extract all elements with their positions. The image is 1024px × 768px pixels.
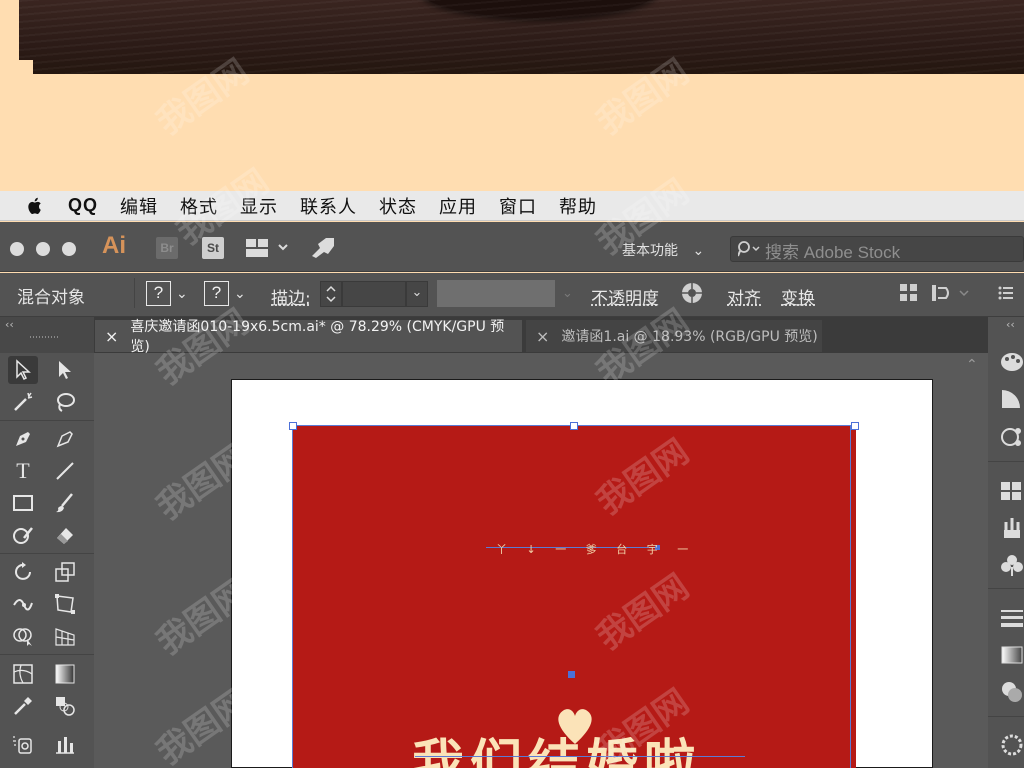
perspective-grid-tool[interactable] xyxy=(50,622,80,650)
selection-bound-right xyxy=(850,425,851,768)
minimize-window-button[interactable] xyxy=(36,242,50,256)
color-palette-icon[interactable] xyxy=(1000,352,1024,376)
wood-photo xyxy=(19,0,1024,74)
panel-grip[interactable] xyxy=(30,336,60,338)
pen-tool[interactable] xyxy=(8,425,38,453)
magic-wand-tool[interactable] xyxy=(8,388,38,416)
menu-qq[interactable]: QQ xyxy=(68,195,98,216)
isolate-group-icon[interactable] xyxy=(900,284,918,306)
selection-handle[interactable] xyxy=(851,422,859,430)
dock-separator xyxy=(988,461,1024,462)
brushes-icon[interactable] xyxy=(1000,516,1024,544)
line-segment-tool[interactable] xyxy=(50,457,80,485)
menu-status[interactable]: 状态 xyxy=(379,193,417,219)
menu-contacts[interactable]: 联系人 xyxy=(300,193,357,219)
select-similar-icon[interactable] xyxy=(932,283,972,307)
scroll-up-arrow[interactable]: ⌃ xyxy=(966,357,978,373)
width-tool[interactable] xyxy=(8,590,38,618)
illustrator-logo: Ai xyxy=(102,232,126,259)
selection-handle[interactable] xyxy=(289,422,297,430)
artwork-small-text: 丫 ↓ 一 爹 台 宇 一 xyxy=(496,543,697,556)
stroke-panel-icon[interactable] xyxy=(1000,608,1024,632)
close-window-button[interactable] xyxy=(10,242,24,256)
direct-selection-tool[interactable] xyxy=(50,356,80,384)
stroke-weight-field[interactable] xyxy=(342,281,406,307)
dock-separator xyxy=(988,716,1024,717)
expand-panel-icon[interactable]: ‹‹ xyxy=(1006,318,1015,331)
selection-bound-left xyxy=(292,425,293,768)
swatches-icon[interactable] xyxy=(1000,481,1024,505)
photo-corner xyxy=(19,60,33,74)
type-tool-icon[interactable]: T xyxy=(8,457,38,485)
chevron-down-icon[interactable]: ⌄ xyxy=(176,286,188,302)
text-baseline xyxy=(415,756,745,757)
symbols-club-icon[interactable] xyxy=(1000,553,1024,581)
symbol-sprayer-tool[interactable] xyxy=(8,730,38,758)
menu-apps[interactable]: 应用 xyxy=(439,193,477,219)
gradient-tool[interactable] xyxy=(50,660,80,688)
menu-help[interactable]: 帮助 xyxy=(559,193,597,219)
tool-separator xyxy=(0,420,94,421)
tool-separator xyxy=(0,553,94,554)
close-icon[interactable]: × xyxy=(105,327,118,346)
menu-edit[interactable]: 编辑 xyxy=(120,193,158,219)
rotate-tool[interactable] xyxy=(8,558,38,586)
gradient-panel-icon[interactable] xyxy=(1000,645,1024,669)
opacity-label[interactable]: 不透明度 xyxy=(591,284,659,309)
selection-handle[interactable] xyxy=(570,422,578,430)
chevron-down-icon: ⌄ xyxy=(692,243,705,259)
chevron-down-icon[interactable]: ⌄ xyxy=(562,286,573,301)
collapse-panel-icon[interactable]: ‹‹ xyxy=(5,318,14,331)
tool-separator xyxy=(0,654,94,655)
variable-width-profile[interactable] xyxy=(437,280,555,307)
apple-icon[interactable] xyxy=(26,197,42,215)
graphic-styles-icon[interactable] xyxy=(1000,733,1024,761)
dock-separator xyxy=(988,588,1024,589)
rectangle-tool[interactable] xyxy=(8,489,38,517)
menu-window[interactable]: 窗口 xyxy=(499,193,537,219)
eyedropper-tool[interactable] xyxy=(8,692,38,720)
stroke-label[interactable]: 描边: xyxy=(271,284,311,309)
blend-tool[interactable] xyxy=(50,692,80,720)
mac-menubar: QQ 编辑 格式 显示 联系人 状态 应用 窗口 帮助 xyxy=(0,191,1024,221)
chevron-down-icon[interactable]: ⌄ xyxy=(406,281,428,307)
shaper-tool[interactable] xyxy=(8,521,38,549)
scale-tool[interactable] xyxy=(50,558,80,586)
transform-label[interactable]: 变换 xyxy=(781,284,815,309)
mesh-tool[interactable] xyxy=(8,660,38,688)
selection-tool[interactable] xyxy=(8,356,38,384)
paintbrush-tool[interactable] xyxy=(50,489,80,517)
tools-panel-header xyxy=(0,317,94,353)
panel-menu-icon[interactable] xyxy=(998,285,1014,304)
eraser-tool[interactable] xyxy=(50,521,80,549)
search-icon xyxy=(737,241,760,261)
free-transform-tool[interactable] xyxy=(50,590,80,618)
align-label[interactable]: 对齐 xyxy=(727,284,761,309)
fill-swatch[interactable]: ? xyxy=(146,281,171,306)
stock-search-placeholder: 搜索 Adobe Stock xyxy=(765,243,901,262)
close-icon[interactable]: × xyxy=(536,327,549,346)
appearance-icon[interactable] xyxy=(1000,680,1024,708)
divider xyxy=(134,278,135,308)
column-graph-tool[interactable] xyxy=(50,730,80,758)
gpu-performance-icon[interactable] xyxy=(310,236,336,262)
stroke-stepper[interactable] xyxy=(320,281,342,307)
recolor-artwork-icon[interactable] xyxy=(681,282,703,308)
object-type-label: 混合对象 xyxy=(17,288,85,308)
transparency-icon[interactable] xyxy=(1000,426,1024,452)
chevron-down-icon[interactable]: ⌄ xyxy=(234,286,246,302)
center-point xyxy=(568,671,575,678)
lasso-tool[interactable] xyxy=(50,388,80,416)
zoom-window-button[interactable] xyxy=(62,242,76,256)
arrange-documents-icon[interactable] xyxy=(246,238,292,262)
color-guide-icon[interactable] xyxy=(1000,388,1024,414)
bridge-button[interactable]: Br xyxy=(156,237,178,259)
shape-builder-tool[interactable] xyxy=(8,622,38,650)
wood-grain xyxy=(19,0,1024,74)
curvature-tool[interactable] xyxy=(50,425,80,453)
